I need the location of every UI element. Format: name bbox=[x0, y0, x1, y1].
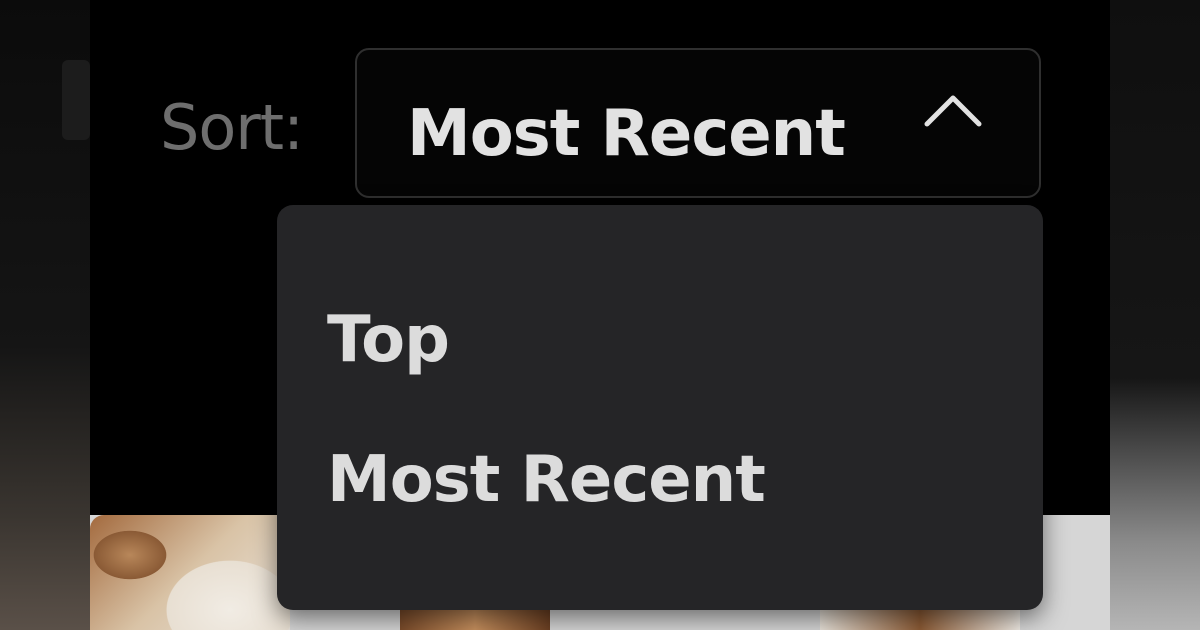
sort-option-label: Top bbox=[327, 303, 450, 377]
sort-selected-value: Most Recent bbox=[407, 97, 846, 171]
sort-option-label: Most Recent bbox=[327, 443, 766, 517]
background-blur-left bbox=[0, 0, 90, 630]
sort-dropdown[interactable]: Most Recent bbox=[355, 48, 1041, 198]
sort-option-top[interactable]: Top bbox=[277, 285, 1043, 395]
sort-label: Sort: bbox=[160, 91, 304, 164]
background-blur-right bbox=[1110, 0, 1200, 630]
sort-dropdown-menu: Top Most Recent bbox=[277, 205, 1043, 610]
sort-option-most-recent[interactable]: Most Recent bbox=[277, 425, 1043, 535]
thumbnail-image[interactable] bbox=[90, 515, 290, 630]
chevron-up-icon bbox=[923, 90, 983, 130]
page: Sort: Most Recent Top Most Recent bbox=[0, 0, 1200, 630]
